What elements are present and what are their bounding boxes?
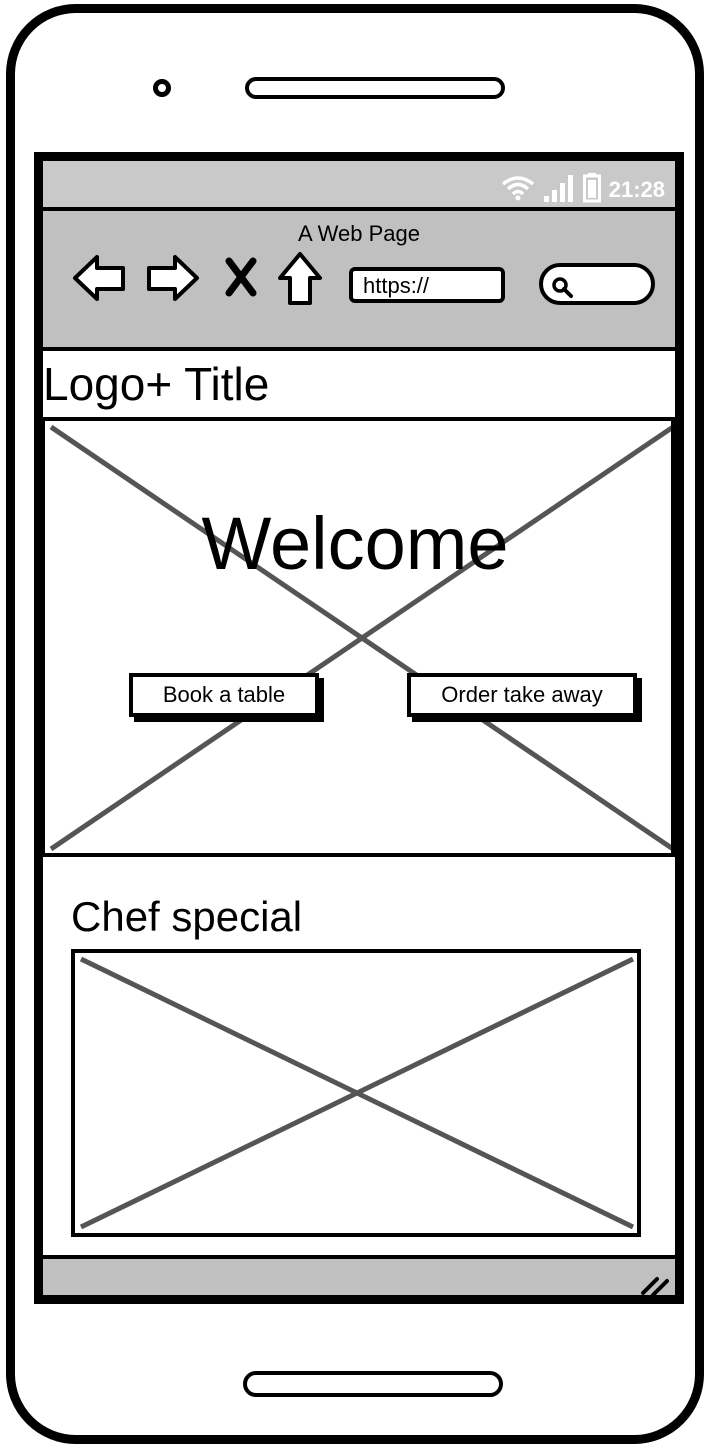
chef-special-title: Chef special bbox=[71, 893, 303, 940]
signal-icon bbox=[543, 174, 575, 206]
speaker-grille bbox=[245, 77, 505, 99]
logo-title[interactable]: Logo+ Title bbox=[43, 357, 269, 411]
chef-special-image-placeholder bbox=[71, 949, 641, 1237]
hero-image-placeholder: Welcome Book a table Order take away bbox=[43, 417, 675, 857]
site-header: Logo+ Title bbox=[43, 351, 675, 415]
battery-icon bbox=[582, 173, 601, 207]
browser-toolbar: A Web Page https:// bbox=[43, 211, 675, 351]
search-icon bbox=[551, 276, 573, 302]
wifi-icon bbox=[501, 175, 535, 205]
status-bar: 21:28 bbox=[43, 161, 675, 211]
status-time: 21:28 bbox=[608, 177, 665, 202]
camera-icon bbox=[153, 79, 171, 97]
bottom-bar bbox=[43, 1255, 675, 1295]
hero-placeholder-cross bbox=[49, 424, 671, 852]
forward-arrow-icon[interactable] bbox=[145, 253, 201, 307]
order-take-away-button[interactable]: Order take away bbox=[407, 673, 637, 717]
resize-handle-icon[interactable] bbox=[639, 1271, 669, 1295]
special-placeholder-cross bbox=[79, 956, 635, 1230]
book-table-button[interactable]: Book a table bbox=[129, 673, 319, 717]
hero-heading: Welcome bbox=[201, 502, 509, 585]
browser-page-title: A Web Page bbox=[298, 221, 420, 246]
browser-search-field[interactable] bbox=[539, 263, 655, 305]
url-field[interactable]: https:// bbox=[349, 267, 505, 303]
stop-x-icon[interactable] bbox=[225, 257, 257, 301]
home-icon[interactable] bbox=[277, 251, 323, 311]
back-arrow-icon[interactable] bbox=[71, 253, 127, 307]
device-screen: 21:28 A Web Page https:// Logo+ Title We… bbox=[34, 152, 684, 1304]
home-button[interactable] bbox=[243, 1371, 503, 1397]
